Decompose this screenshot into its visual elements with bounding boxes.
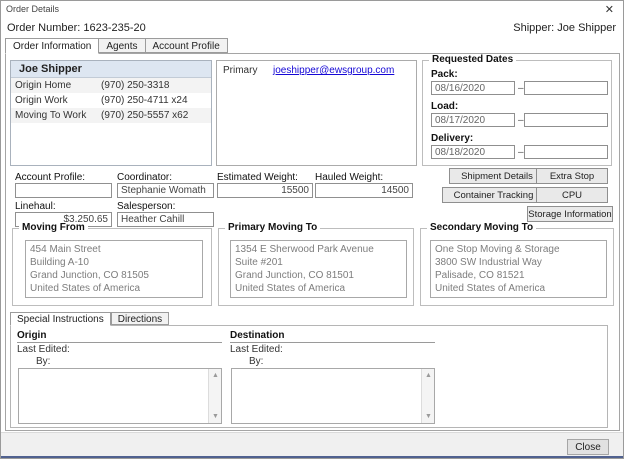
destination-notes-box: ▲ ▼	[231, 368, 435, 424]
destination-last-edited-label: Last Edited:	[230, 344, 283, 355]
linehaul-label: Linehaul:	[15, 201, 56, 212]
primary-moving-to-title: Primary Moving To	[225, 222, 320, 233]
destination-by-label: By:	[249, 356, 263, 367]
coordinator-label: Coordinator:	[117, 172, 172, 183]
address-line: United States of America	[30, 282, 198, 295]
origin-last-edited-label: Last Edited:	[17, 344, 70, 355]
estimated-weight-input[interactable]	[217, 183, 313, 198]
tab-account-profile[interactable]: Account Profile	[145, 38, 228, 53]
salesperson-label: Salesperson:	[117, 201, 175, 212]
hauled-weight-label: Hauled Weight:	[315, 172, 383, 183]
chevron-down-icon[interactable]: ▼	[422, 410, 435, 423]
extra-stop-button[interactable]: Extra Stop	[536, 168, 608, 184]
delivery-to-input[interactable]	[524, 145, 608, 159]
salesperson-input[interactable]	[117, 212, 214, 227]
tab-directions[interactable]: Directions	[111, 312, 169, 325]
special-instructions-frame: Origin Last Edited: By: ▲ ▼ Destination …	[10, 325, 608, 428]
order-details-window: Order Details ✕ Order Number: 1623-235-2…	[0, 0, 624, 459]
phone-type-label: Origin Work	[15, 95, 68, 106]
pack-range-separator: –	[518, 83, 524, 94]
secondary-moving-to-title: Secondary Moving To	[427, 222, 536, 233]
main-tabstrip: Order Information Agents Account Profile	[5, 38, 228, 54]
tab-order-information[interactable]: Order Information	[5, 38, 99, 54]
storage-information-button[interactable]: Storage Information	[527, 206, 613, 222]
moving-from-group: Moving From 454 Main Street Building A-1…	[12, 228, 212, 306]
chevron-up-icon[interactable]: ▲	[422, 369, 435, 382]
notes-tabstrip: Special Instructions Directions	[10, 312, 169, 326]
account-profile-input[interactable]	[15, 183, 112, 198]
phone-type-label: Origin Home	[15, 80, 71, 91]
load-from-input[interactable]	[431, 113, 515, 127]
load-label: Load:	[431, 101, 458, 112]
footer-bar: Close	[1, 432, 624, 456]
shipper-label: Shipper: Joe Shipper	[513, 22, 616, 34]
primary-moving-to-group: Primary Moving To 1354 E Sherwood Park A…	[218, 228, 414, 306]
load-to-input[interactable]	[524, 113, 608, 127]
phone-number: (970) 250-3318	[101, 80, 169, 91]
primary-moving-to-address: 1354 E Sherwood Park Avenue Suite #201 G…	[230, 240, 407, 298]
origin-section-title: Origin	[17, 330, 222, 343]
address-line: 454 Main Street	[30, 243, 198, 256]
hauled-weight-input[interactable]	[315, 183, 413, 198]
load-range-separator: –	[518, 115, 524, 126]
destination-section-title: Destination	[230, 330, 435, 343]
email-type-label: Primary	[223, 65, 257, 76]
coordinator-input[interactable]	[117, 183, 214, 198]
origin-by-label: By:	[36, 356, 50, 367]
address-line: Grand Junction, CO 81501	[235, 269, 402, 282]
window-title: Order Details	[6, 4, 59, 14]
pack-label: Pack:	[431, 69, 458, 80]
requested-dates-title: Requested Dates	[429, 54, 516, 65]
address-line: 3800 SW Industrial Way	[435, 256, 602, 269]
email-panel: Primary joeshipper@ewsgroup.com	[216, 60, 417, 166]
pack-from-input[interactable]	[431, 81, 515, 95]
destination-notes-scrollbar[interactable]: ▲ ▼	[421, 369, 434, 423]
delivery-range-separator: –	[518, 147, 524, 158]
address-line: 1354 E Sherwood Park Avenue	[235, 243, 402, 256]
pack-to-input[interactable]	[524, 81, 608, 95]
tab-agents[interactable]: Agents	[99, 38, 144, 53]
address-line: United States of America	[435, 282, 602, 295]
chevron-down-icon[interactable]: ▼	[209, 410, 222, 423]
origin-notes-box: ▲ ▼	[18, 368, 222, 424]
phone-number: (970) 250-5557 x62	[101, 110, 188, 121]
phone-number: (970) 250-4711 x24	[101, 95, 188, 106]
chevron-up-icon[interactable]: ▲	[209, 369, 222, 382]
phone-type-label: Moving To Work	[15, 110, 86, 121]
contact-name: Joe Shipper	[11, 61, 211, 78]
order-information-panel: Joe Shipper Origin Home (970) 250-3318 O…	[5, 53, 620, 431]
delivery-label: Delivery:	[431, 133, 473, 144]
close-button[interactable]: Close	[567, 439, 609, 455]
account-profile-label: Account Profile:	[15, 172, 85, 183]
email-link[interactable]: joeshipper@ewsgroup.com	[273, 65, 394, 76]
address-line: One Stop Moving & Storage	[435, 243, 602, 256]
moving-from-address: 454 Main Street Building A-10 Grand Junc…	[25, 240, 203, 298]
tab-special-instructions[interactable]: Special Instructions	[10, 312, 111, 326]
moving-from-title: Moving From	[19, 222, 88, 233]
destination-notes-text[interactable]	[232, 369, 421, 423]
secondary-moving-to-group: Secondary Moving To One Stop Moving & St…	[420, 228, 614, 306]
phone-row-origin-work[interactable]: Origin Work (970) 250-4711 x24	[11, 93, 211, 108]
close-icon[interactable]: ✕	[605, 3, 614, 16]
address-line: Suite #201	[235, 256, 402, 269]
contact-phone-list: Joe Shipper Origin Home (970) 250-3318 O…	[10, 60, 212, 166]
origin-notes-scrollbar[interactable]: ▲ ▼	[208, 369, 221, 423]
title-bar: Order Details ✕	[1, 1, 623, 19]
order-number-label: Order Number: 1623-235-20	[7, 22, 146, 34]
requested-dates-group: Requested Dates Pack: – Load: – Delivery…	[422, 60, 612, 166]
cpu-button[interactable]: CPU	[536, 187, 608, 203]
address-line: Palisade, CO 81521	[435, 269, 602, 282]
origin-notes-text[interactable]	[19, 369, 208, 423]
phone-row-moving-to-work[interactable]: Moving To Work (970) 250-5557 x62	[11, 108, 211, 123]
address-line: Building A-10	[30, 256, 198, 269]
phone-row-origin-home[interactable]: Origin Home (970) 250-3318	[11, 78, 211, 93]
shipment-details-button[interactable]: Shipment Details	[449, 168, 545, 184]
delivery-from-input[interactable]	[431, 145, 515, 159]
address-line: Grand Junction, CO 81505	[30, 269, 198, 282]
address-line: United States of America	[235, 282, 402, 295]
container-tracking-button[interactable]: Container Tracking	[442, 187, 545, 203]
secondary-moving-to-address: One Stop Moving & Storage 3800 SW Indust…	[430, 240, 607, 298]
estimated-weight-label: Estimated Weight:	[217, 172, 298, 183]
